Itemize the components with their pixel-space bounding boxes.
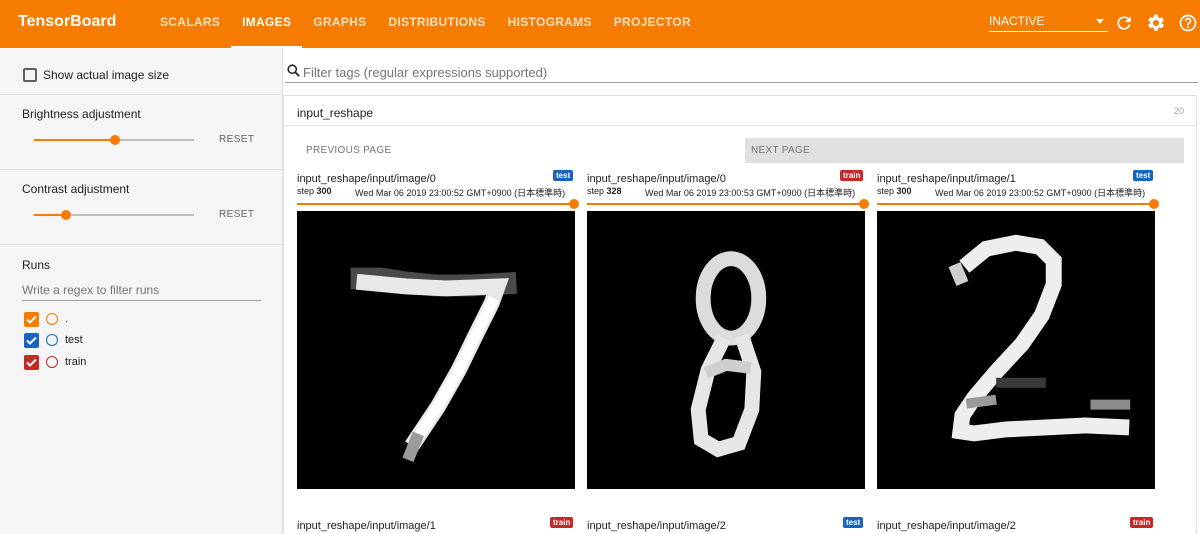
tab-distributions[interactable]: DISTRIBUTIONS	[377, 0, 496, 48]
inactive-select-value: INACTIVE	[989, 14, 1045, 28]
image-card-tag: input_reshape/input/image/1	[297, 520, 436, 532]
run-color-dot	[46, 356, 58, 368]
image-card-tag: input_reshape/input/image/0	[587, 173, 726, 185]
tag-group: input_reshape 20 PREVIOUS PAGE NEXT PAGE…	[283, 95, 1197, 534]
step-slider-knob[interactable]	[859, 199, 869, 209]
wall-time: Wed Mar 06 2019 23:00:53 GMT+0900 (日本標準時…	[645, 188, 856, 198]
run-badge: test	[1133, 170, 1154, 181]
brightness-slider-knob[interactable]	[110, 135, 120, 145]
tab-scalars[interactable]: SCALARS	[149, 0, 231, 48]
run-checkbox-test[interactable]	[24, 333, 39, 348]
contrast-slider-knob[interactable]	[61, 210, 71, 220]
tag-group-header[interactable]: input_reshape 20	[284, 96, 1196, 126]
run-name: train	[65, 356, 87, 368]
contrast-section: Contrast adjustment RESET	[0, 170, 283, 245]
image-card-tag: input_reshape/input/image/2	[877, 520, 1016, 532]
previous-page-button[interactable]: PREVIOUS PAGE	[296, 138, 736, 163]
tab-images[interactable]: IMAGES	[231, 0, 303, 48]
mnist-image-7	[297, 211, 575, 489]
top-app-bar: TensorBoard SCALARS IMAGES GRAPHS DISTRI…	[0, 0, 1200, 48]
image-card-tag: input_reshape/input/image/0	[297, 173, 436, 185]
tag-group-title: input_reshape	[297, 106, 374, 120]
image-size-section: Show actual image size	[0, 48, 283, 95]
step-value: 328	[606, 186, 622, 196]
brightness-reset-button[interactable]: RESET	[219, 134, 254, 145]
brightness-slider[interactable]	[34, 135, 194, 145]
step-value: 300	[316, 186, 332, 196]
run-badge: train	[840, 170, 864, 181]
step-value: 300	[896, 186, 912, 196]
run-name: test	[65, 334, 83, 346]
run-badge: test	[553, 170, 574, 181]
tag-filter-placeholder: Filter tags (regular expressions support…	[303, 65, 548, 80]
dropdown-arrow-icon	[1096, 19, 1104, 24]
wall-time: Wed Mar 06 2019 23:00:52 GMT+0900 (日本標準時…	[355, 188, 566, 198]
step-slider[interactable]	[877, 203, 1153, 205]
tag-filter-input[interactable]: Filter tags (regular expressions support…	[285, 61, 1198, 83]
step-slider-knob[interactable]	[569, 199, 579, 209]
wall-time: Wed Mar 06 2019 23:00:52 GMT+0900 (日本標準時…	[935, 188, 1146, 198]
run-badge: train	[1130, 517, 1154, 528]
step-label: step 300	[877, 186, 912, 196]
image-card-tag: input_reshape/input/image/1	[877, 173, 1016, 185]
show-actual-size-label: Show actual image size	[43, 68, 170, 82]
step-label: step 300	[297, 186, 332, 196]
show-actual-size-checkbox[interactable]	[23, 68, 37, 82]
run-color-dot	[46, 313, 58, 325]
run-checkbox-dot[interactable]	[24, 312, 39, 327]
run-badge: train	[550, 517, 574, 528]
brightness-slider-fill	[34, 139, 115, 141]
tag-group-count: 20	[1173, 106, 1184, 116]
inactive-dashboards-select[interactable]: INACTIVE	[989, 12, 1108, 32]
step-label: step 328	[587, 186, 622, 196]
step-slider[interactable]	[587, 203, 863, 205]
contrast-reset-button[interactable]: RESET	[219, 209, 254, 220]
run-badge: test	[843, 517, 864, 528]
step-slider[interactable]	[297, 203, 573, 205]
step-slider-knob[interactable]	[1149, 199, 1159, 209]
mnist-image-8	[587, 211, 865, 489]
runs-filter-input[interactable]: Write a regex to filter runs	[22, 283, 261, 301]
tab-projector[interactable]: PROJECTOR	[603, 0, 702, 48]
app-title: TensorBoard	[18, 13, 117, 30]
refresh-icon[interactable]	[1114, 13, 1134, 33]
gear-icon[interactable]	[1146, 13, 1166, 33]
run-color-dot	[46, 334, 58, 346]
brightness-section: Brightness adjustment RESET	[0, 95, 283, 170]
contrast-label: Contrast adjustment	[22, 182, 130, 196]
sidebar: Show actual image size Brightness adjust…	[0, 48, 283, 534]
brightness-label: Brightness adjustment	[22, 107, 141, 121]
tab-histograms[interactable]: HISTOGRAMS	[497, 0, 603, 48]
search-icon	[286, 63, 301, 83]
dashboard-tabs: SCALARS IMAGES GRAPHS DISTRIBUTIONS HIST…	[149, 0, 702, 48]
run-name: .	[65, 313, 69, 325]
tab-graphs[interactable]: GRAPHS	[302, 0, 377, 48]
next-page-button[interactable]: NEXT PAGE	[745, 138, 1184, 163]
mnist-image-2	[877, 211, 1155, 489]
runs-title: Runs	[22, 258, 51, 272]
run-checkbox-train[interactable]	[24, 355, 39, 370]
image-card-tag: input_reshape/input/image/2	[587, 520, 726, 532]
contrast-slider[interactable]	[34, 210, 194, 220]
help-icon[interactable]	[1178, 13, 1198, 33]
